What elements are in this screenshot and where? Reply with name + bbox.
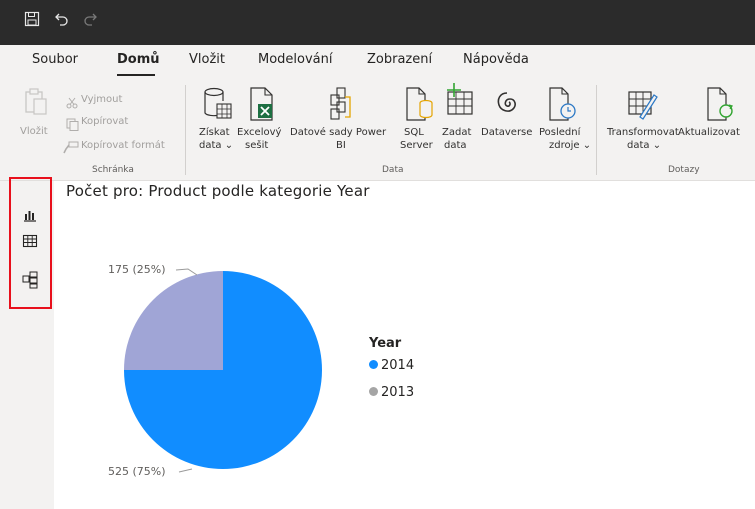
- highlight-box: [9, 177, 52, 309]
- legend-label: 2013: [381, 385, 415, 400]
- datasets-label-2[interactable]: BI: [336, 139, 346, 152]
- get-data-icon[interactable]: [203, 87, 233, 125]
- save-icon[interactable]: [22, 11, 42, 31]
- chart-title: Počet pro: Product podle kategorie Year: [66, 182, 370, 200]
- dataverse-icon[interactable]: [494, 90, 520, 120]
- excel-label-2[interactable]: sešit: [245, 139, 268, 152]
- dataverse-label[interactable]: Dataverse: [481, 126, 532, 139]
- paste-button[interactable]: Vložit: [20, 125, 48, 138]
- pie-chart[interactable]: [55, 200, 375, 500]
- datasets-label-1[interactable]: Datové sady Power: [290, 126, 386, 139]
- format-painter-button[interactable]: Kopírovat formát: [81, 139, 165, 152]
- sql-label-2[interactable]: Server: [400, 139, 433, 152]
- legend-marker: [369, 387, 378, 396]
- undo-icon[interactable]: [52, 11, 72, 31]
- transform-label-1[interactable]: Transformovat: [607, 126, 679, 139]
- enter-data-icon[interactable]: [442, 82, 476, 122]
- enter-data-label-1[interactable]: Zadat: [442, 126, 471, 139]
- excel-workbook-icon[interactable]: [250, 87, 276, 125]
- legend-title: Year: [369, 336, 402, 351]
- legend-label: 2014: [381, 358, 415, 373]
- menu-napoveda[interactable]: Nápověda: [463, 52, 529, 67]
- power-bi-datasets-icon[interactable]: [328, 87, 352, 125]
- group-label-clipboard: Schránka: [92, 165, 134, 175]
- transform-data-icon[interactable]: [628, 87, 658, 125]
- menu-soubor[interactable]: Soubor: [32, 52, 78, 67]
- pie-slice-2013[interactable]: [124, 271, 223, 370]
- recent-sources-icon[interactable]: [549, 87, 577, 125]
- active-tab-underline: [117, 74, 155, 76]
- menu-vlozit[interactable]: Vložit: [189, 52, 225, 67]
- menu-zobrazeni[interactable]: Zobrazení: [367, 52, 432, 67]
- data-label-2013: 175 (25%): [108, 263, 166, 276]
- get-data-label-1[interactable]: Získat: [199, 126, 230, 139]
- leader-line-2014: [178, 468, 193, 473]
- data-label-2014: 525 (75%): [108, 465, 166, 478]
- get-data-label-2[interactable]: data ⌄: [199, 139, 233, 152]
- redo-icon[interactable]: [80, 11, 100, 31]
- legend-item-2013[interactable]: 2013: [369, 385, 414, 400]
- group-label-queries: Dotazy: [668, 165, 700, 175]
- sql-label-1[interactable]: SQL: [404, 126, 424, 139]
- leader-line-2013: [175, 268, 198, 276]
- copy-icon[interactable]: [66, 116, 79, 135]
- group-label-data: Data: [382, 165, 404, 175]
- refresh-icon[interactable]: [707, 87, 735, 125]
- legend-marker: [369, 360, 378, 369]
- format-painter-icon[interactable]: [63, 139, 79, 158]
- menu-domu[interactable]: Domů: [117, 52, 160, 67]
- recent-label-1[interactable]: Poslední: [539, 126, 580, 139]
- recent-label-2[interactable]: zdroje ⌄: [549, 139, 591, 152]
- cut-button[interactable]: Vyjmout: [81, 93, 122, 106]
- ribbon-separator: [185, 85, 186, 175]
- sql-server-icon[interactable]: [406, 87, 434, 125]
- paste-icon[interactable]: [24, 88, 48, 120]
- legend-item-2014[interactable]: 2014: [369, 358, 414, 373]
- refresh-label[interactable]: Aktualizovat: [678, 126, 740, 139]
- enter-data-label-2[interactable]: data: [444, 139, 467, 152]
- transform-label-2[interactable]: data ⌄: [627, 139, 661, 152]
- title-bar: [0, 0, 755, 45]
- menu-modelovani[interactable]: Modelování: [258, 52, 333, 67]
- excel-label-1[interactable]: Excelový: [237, 126, 281, 139]
- copy-button[interactable]: Kopírovat: [81, 115, 128, 128]
- ribbon-separator: [596, 85, 597, 175]
- cut-icon[interactable]: [66, 94, 78, 113]
